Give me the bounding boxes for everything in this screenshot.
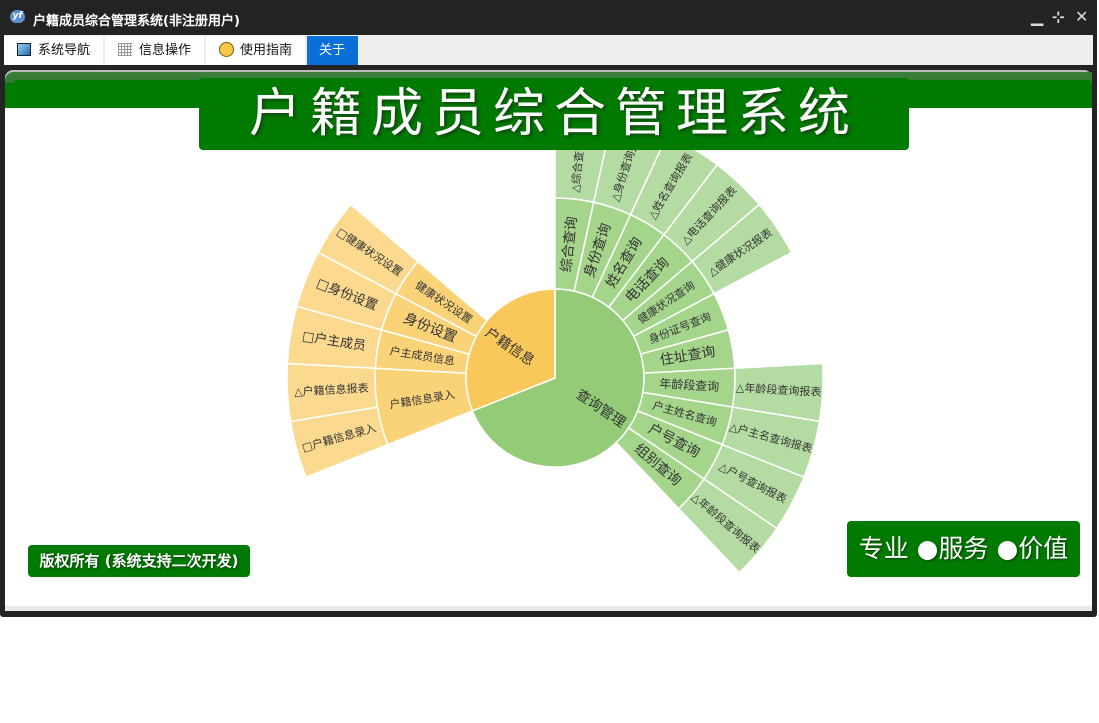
page-title: 户籍成员综合管理系统 <box>199 78 909 150</box>
